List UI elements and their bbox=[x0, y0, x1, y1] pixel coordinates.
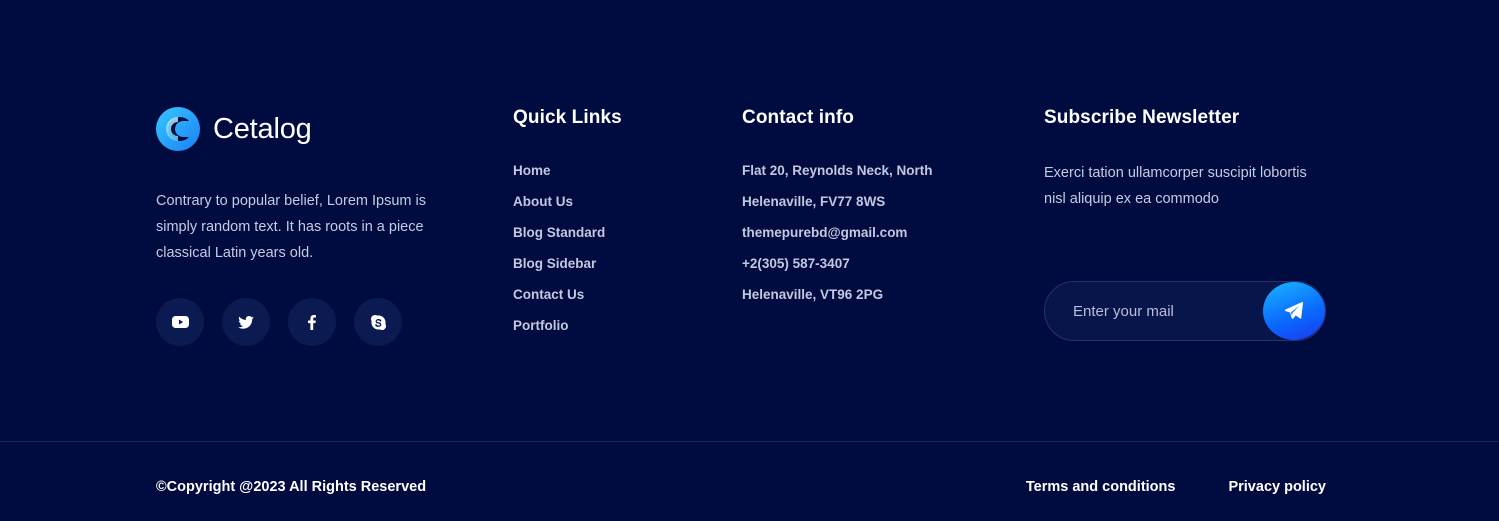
contact-address-line-2: Helenaville, FV77 8WS bbox=[742, 194, 886, 209]
quick-links-title: Quick Links bbox=[513, 107, 622, 128]
paper-plane-icon bbox=[1285, 302, 1303, 319]
twitter-icon bbox=[238, 315, 254, 329]
youtube-icon bbox=[171, 316, 189, 328]
footer-link-blog-sidebar[interactable]: Blog Sidebar bbox=[513, 255, 622, 273]
brand-name: Cetalog bbox=[213, 113, 312, 145]
contact-address-line-1: Flat 20, Reynolds Neck, North bbox=[742, 163, 933, 178]
social-links bbox=[156, 298, 402, 346]
legal-links: Terms and conditions Privacy policy bbox=[1026, 478, 1326, 496]
newsletter-text: Exerci tation ullamcorper suscipit lobor… bbox=[1044, 165, 1307, 207]
contact-info-column: Contact info Flat 20, Reynolds Neck, Nor… bbox=[742, 106, 933, 317]
newsletter-form bbox=[1044, 281, 1326, 341]
contact-info-list: Flat 20, Reynolds Neck, North Helenavill… bbox=[742, 162, 933, 304]
footer-main: Cetalog Contrary to popular belief, Lore… bbox=[0, 0, 1499, 441]
contact-info-title: Contact info bbox=[742, 107, 855, 128]
footer-link-blog-standard[interactable]: Blog Standard bbox=[513, 224, 622, 242]
facebook-button[interactable] bbox=[288, 298, 336, 346]
newsletter-title: Subscribe Newsletter bbox=[1044, 107, 1240, 128]
logo-mark-icon bbox=[156, 107, 200, 151]
footer-link-portfolio[interactable]: Portfolio bbox=[513, 317, 622, 335]
brand-logo[interactable]: Cetalog bbox=[156, 106, 312, 152]
youtube-button[interactable] bbox=[156, 298, 204, 346]
newsletter-column: Subscribe Newsletter Exerci tation ullam… bbox=[1044, 106, 1329, 212]
quick-links-column: Quick Links Home About Us Blog Standard … bbox=[513, 106, 622, 348]
newsletter-submit-button[interactable] bbox=[1263, 282, 1325, 340]
footer-bottom-bar: ©Copyright @2023 All Rights Reserved Ter… bbox=[0, 441, 1499, 521]
skype-button[interactable] bbox=[354, 298, 402, 346]
privacy-link[interactable]: Privacy policy bbox=[1228, 478, 1326, 496]
contact-address-line-3: Helenaville, VT96 2PG bbox=[742, 287, 884, 302]
twitter-button[interactable] bbox=[222, 298, 270, 346]
contact-email[interactable]: themepurebd@gmail.com bbox=[742, 224, 933, 242]
brand-description: Contrary to popular belief, Lorem Ipsum … bbox=[156, 193, 426, 261]
terms-link[interactable]: Terms and conditions bbox=[1026, 478, 1176, 496]
footer-link-about-us[interactable]: About Us bbox=[513, 193, 622, 211]
newsletter-email-input[interactable] bbox=[1073, 282, 1258, 340]
facebook-icon bbox=[308, 314, 316, 330]
footer-link-contact-us[interactable]: Contact Us bbox=[513, 286, 622, 304]
contact-phone[interactable]: +2(305) 587-3407 bbox=[742, 255, 933, 273]
skype-icon bbox=[370, 314, 386, 330]
quick-links-list: Home About Us Blog Standard Blog Sidebar… bbox=[513, 162, 622, 335]
copyright-text: ©Copyright @2023 All Rights Reserved bbox=[156, 479, 427, 495]
footer-link-home[interactable]: Home bbox=[513, 162, 622, 180]
